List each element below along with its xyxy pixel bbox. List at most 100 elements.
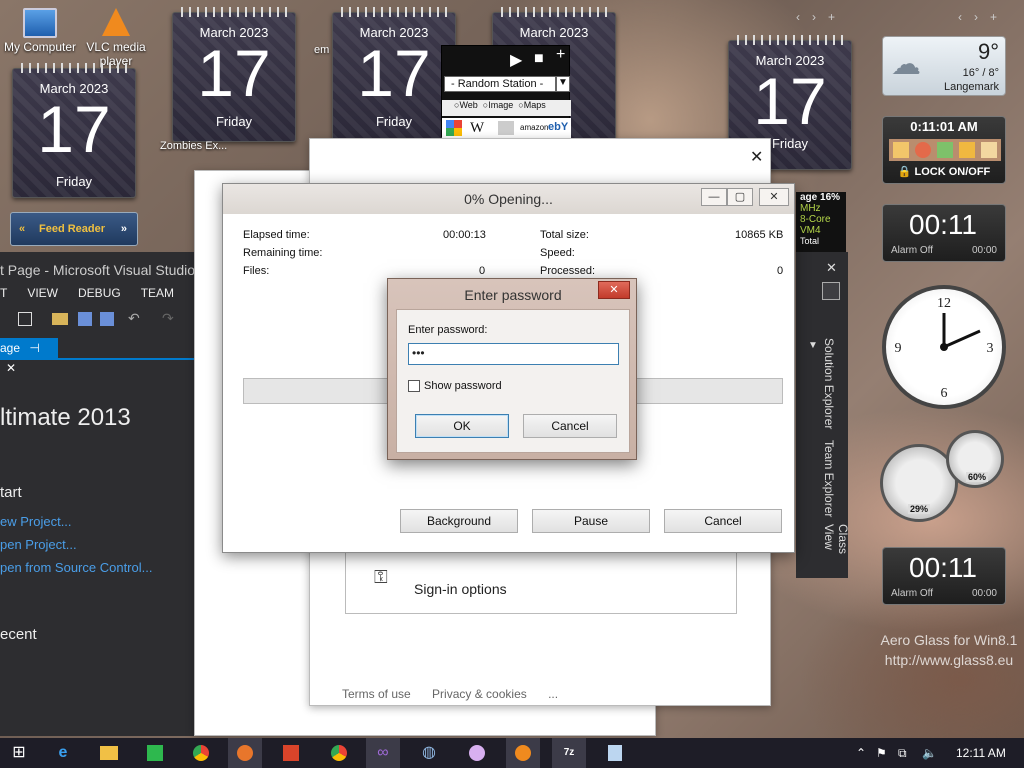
internet-explorer-icon[interactable]: e	[46, 738, 80, 768]
calendar-gadget[interactable]: March 2023 17 Friday	[172, 7, 296, 142]
undo-icon[interactable]: ↶	[128, 310, 140, 327]
chevron-down-icon[interactable]: ▼	[556, 76, 570, 92]
analog-clock-gadget[interactable]: 12 3 6 9	[882, 285, 1006, 409]
lock-toggle[interactable]: 🔒 LOCK ON/OFF	[883, 165, 1005, 178]
store-icon[interactable]	[138, 738, 172, 768]
file-explorer-icon[interactable]	[92, 738, 126, 768]
chrome-icon[interactable]	[184, 738, 218, 768]
side-tab-solution-explorer[interactable]: Solution Explorer	[822, 338, 836, 429]
feed-prev-button[interactable]: «	[19, 213, 25, 245]
add-icon[interactable]: +	[556, 46, 565, 64]
cancel-button[interactable]: Cancel	[664, 509, 782, 533]
home-icon[interactable]	[981, 142, 997, 158]
google-icon[interactable]	[446, 120, 462, 136]
menu-item-team[interactable]: TEAM	[141, 286, 174, 300]
office-icon[interactable]	[274, 738, 308, 768]
pause-button[interactable]: Pause	[532, 509, 650, 533]
youtube-icon[interactable]	[498, 121, 514, 135]
browser-icon[interactable]	[460, 738, 494, 768]
plus-icon[interactable]: +	[990, 10, 1009, 24]
total-size-value: 10865 KB	[735, 229, 784, 241]
open-folder-icon[interactable]	[52, 313, 68, 325]
ok-button[interactable]: OK	[415, 414, 509, 438]
password-input[interactable]: •••	[408, 343, 619, 365]
panel-dropdown-icon[interactable]: ▼	[808, 340, 818, 351]
save-icon[interactable]	[78, 312, 92, 326]
plus-icon[interactable]: +	[828, 10, 847, 24]
ebay-icon[interactable]: ebY	[548, 121, 568, 133]
menu-item-debug[interactable]: DEBUG	[78, 286, 121, 300]
feed-next-button[interactable]: »	[121, 213, 127, 245]
privacy-link[interactable]: Privacy & cookies	[432, 687, 527, 701]
desktop-label-zombies[interactable]: Zombies Ex...	[160, 140, 227, 152]
desktop-icon-my-computer[interactable]: My Computer	[0, 8, 80, 54]
open-project-link[interactable]: pen Project...	[0, 537, 152, 552]
close-icon[interactable]: ✕	[6, 361, 16, 375]
radio-option-web[interactable]: ○Web	[454, 100, 478, 110]
cpu-meter-gadget[interactable]: 29% 60%	[880, 430, 1008, 526]
signin-close-icon[interactable]: ✕	[750, 147, 763, 167]
vs-document-tab[interactable]: age ⊣ ✕	[0, 338, 58, 375]
pin-icon[interactable]: ⊣	[29, 341, 39, 355]
radio-option-maps[interactable]: ○Maps	[518, 100, 545, 110]
new-project-link[interactable]: ew Project...	[0, 514, 152, 529]
minimize-button[interactable]: —	[701, 188, 727, 206]
computer-icon	[23, 8, 57, 38]
taskbar-clock[interactable]: 12:11 AM	[956, 746, 1006, 760]
redo-icon[interactable]: ↷	[162, 310, 174, 327]
arrow-right-icon[interactable]: ›	[812, 10, 828, 24]
password-close-button[interactable]: ✕	[598, 281, 630, 299]
calendar-gadget[interactable]: March 2023 17 Friday	[332, 7, 456, 142]
folder-icon[interactable]	[893, 142, 909, 158]
network-icon[interactable]: ⧉	[898, 746, 907, 761]
cancel-button[interactable]: Cancel	[523, 414, 617, 438]
save-all-icon[interactable]	[100, 312, 114, 326]
weather-gadget[interactable]: ☁ 9° 16° / 8° Langemark	[882, 36, 1006, 96]
more-link[interactable]: ...	[548, 687, 558, 701]
notepad-icon[interactable]	[598, 738, 632, 768]
open-source-control-link[interactable]: pen from Source Control...	[0, 560, 152, 575]
globe-icon[interactable]: ◍	[412, 738, 446, 768]
key-icon[interactable]	[959, 142, 975, 158]
amazon-icon[interactable]: amazon	[520, 123, 548, 132]
start-button-icon[interactable]: ⊞	[2, 738, 36, 768]
settings-icon[interactable]	[937, 142, 953, 158]
tray-chevron-icon[interactable]: ⌃	[856, 746, 866, 760]
terms-link[interactable]: Terms of use	[342, 687, 411, 701]
menu-item-file[interactable]: T	[0, 286, 7, 300]
power-icon[interactable]	[915, 142, 931, 158]
calendar-gadget[interactable]: March 2023 17 Friday	[12, 63, 136, 198]
flag-icon[interactable]: ⚑	[876, 746, 887, 760]
firefox-icon[interactable]	[228, 738, 262, 768]
alarm-clock-gadget[interactable]: 00:11 Alarm Off 00:00	[882, 204, 1006, 262]
menu-item-view[interactable]: VIEW	[27, 286, 58, 300]
play-icon[interactable]: ▶	[510, 50, 522, 70]
wikipedia-icon[interactable]: W	[470, 120, 484, 137]
signin-options-box[interactable]: ⚿ Sign-in options	[345, 549, 737, 614]
7zip-icon[interactable]: 7z	[552, 738, 586, 768]
media-player-icon[interactable]	[506, 738, 540, 768]
station-select[interactable]: - Random Station -	[444, 76, 556, 92]
side-tab-class-view[interactable]: Class View	[822, 524, 850, 578]
chrome-icon[interactable]	[322, 738, 356, 768]
arrow-left-icon[interactable]: ‹	[958, 10, 974, 24]
maximize-button[interactable]: ▢	[727, 188, 753, 206]
desktop-icon-vlc[interactable]: VLC media player	[76, 8, 156, 68]
side-tab-team-explorer[interactable]: Team Explorer	[822, 440, 836, 517]
arrow-left-icon[interactable]: ‹	[796, 10, 812, 24]
radio-option-image[interactable]: ○Image	[483, 100, 513, 110]
close-button[interactable]: ✕	[759, 188, 789, 206]
stop-icon[interactable]: ■	[534, 50, 544, 68]
signin-options-label: Sign-in options	[414, 581, 507, 597]
visual-studio-icon[interactable]: ∞	[366, 738, 400, 768]
show-password-checkbox[interactable]	[408, 380, 420, 392]
volume-icon[interactable]: 🔈	[922, 746, 937, 760]
new-project-icon[interactable]	[18, 312, 32, 326]
background-button[interactable]: Background	[400, 509, 518, 533]
person-icon[interactable]	[822, 282, 840, 300]
desktop-label-em[interactable]: em	[314, 44, 329, 56]
arrow-right-icon[interactable]: ›	[974, 10, 990, 24]
feed-reader-gadget[interactable]: « Feed Reader »	[10, 212, 138, 246]
panel-close-icon[interactable]: ✕	[826, 260, 837, 276]
alarm-clock-gadget[interactable]: 00:11 Alarm Off 00:00	[882, 547, 1006, 605]
